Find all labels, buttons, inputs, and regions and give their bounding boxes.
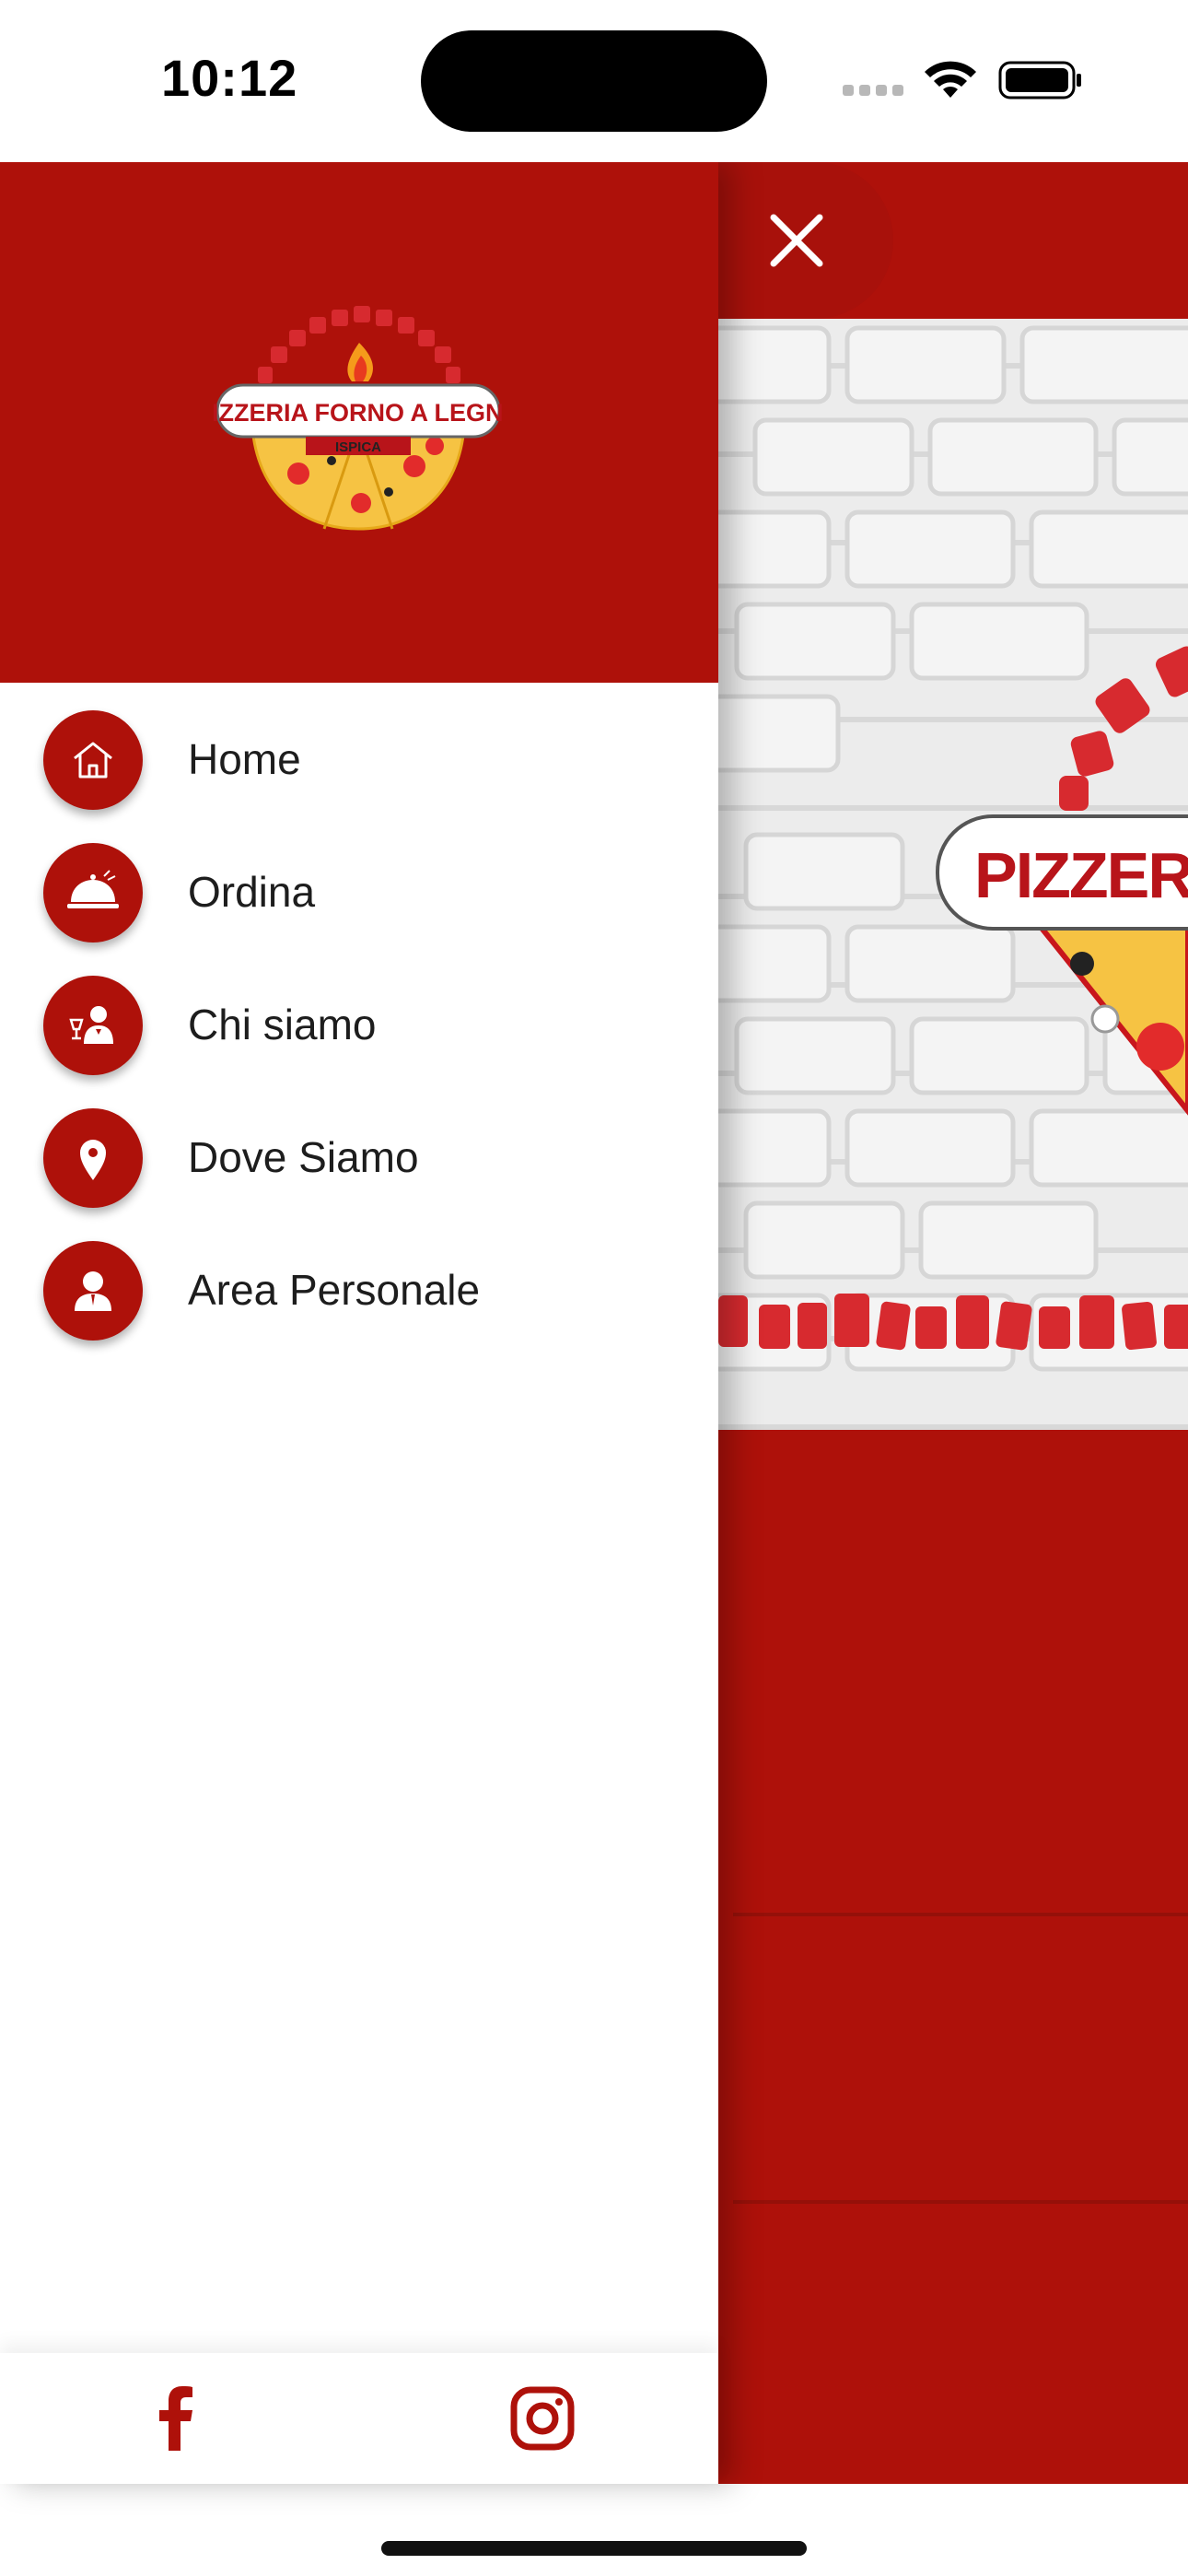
logo-subtitle: ISPICA [335, 439, 381, 455]
user-icon [75, 1271, 111, 1311]
instagram-link[interactable] [501, 2377, 584, 2460]
main-red-section [718, 1430, 1188, 2484]
status-time: 10:12 [161, 49, 298, 107]
facebook-icon [159, 2386, 192, 2451]
menu-label-area-personale: Area Personale [188, 1266, 481, 1314]
pizzeria-logo: PIZZERIA FORNO A LEGNA ISPICA [214, 306, 503, 531]
logo-title: PIZZERIA FORNO A LEGNA [214, 399, 503, 427]
menu-item-home[interactable]: Home [0, 694, 718, 826]
facebook-link[interactable] [134, 2377, 217, 2460]
menu-label-chi-siamo: Chi siamo [188, 1001, 377, 1048]
home-icon-badge [43, 710, 143, 810]
navigation-drawer: PIZZERIA FORNO A LEGNA ISPICA Home [0, 162, 718, 2484]
drawer-header: PIZZERIA FORNO A LEGNA ISPICA [0, 162, 718, 683]
menu-item-dove-siamo[interactable]: Dove Siamo [0, 1092, 718, 1224]
menu-item-ordina[interactable]: Ordina [0, 826, 718, 959]
status-bar: 10:12 [0, 0, 1188, 162]
home-icon [74, 742, 112, 779]
home-bar-area [0, 2484, 1188, 2576]
close-drawer-button[interactable] [718, 162, 893, 319]
menu-label-home: Home [188, 735, 301, 783]
location-pin-icon-badge [43, 1108, 143, 1208]
waiter-icon-badge [43, 976, 143, 1075]
section-divider [733, 1913, 1188, 1916]
hero-logo-text: PIZZERIA [974, 839, 1188, 911]
cloche-icon-badge [43, 843, 143, 943]
menu-label-dove-siamo: Dove Siamo [188, 1133, 419, 1181]
section-divider [733, 2200, 1188, 2204]
main-header [718, 162, 1188, 319]
battery-icon [998, 61, 1081, 100]
home-indicator[interactable] [381, 2541, 807, 2556]
waiter-icon [69, 1006, 113, 1044]
user-icon-badge [43, 1241, 143, 1341]
hero-banner: PIZZERIA [718, 319, 1188, 1430]
cellular-signal-icon [843, 85, 905, 98]
cloche-icon [67, 870, 119, 908]
drawer-footer [0, 2353, 718, 2484]
menu-item-area-personale[interactable]: Area Personale [0, 1224, 718, 1357]
main-content: PIZZERIA [718, 162, 1188, 2484]
hero-logo-graphic: PIZZERIA [718, 325, 1188, 1372]
close-icon [770, 214, 823, 267]
menu-label-ordina: Ordina [188, 868, 316, 916]
menu-item-chi-siamo[interactable]: Chi siamo [0, 959, 718, 1092]
location-pin-icon [80, 1140, 106, 1180]
dynamic-island [421, 30, 767, 132]
instagram-icon [510, 2386, 575, 2451]
wifi-icon [925, 61, 976, 98]
